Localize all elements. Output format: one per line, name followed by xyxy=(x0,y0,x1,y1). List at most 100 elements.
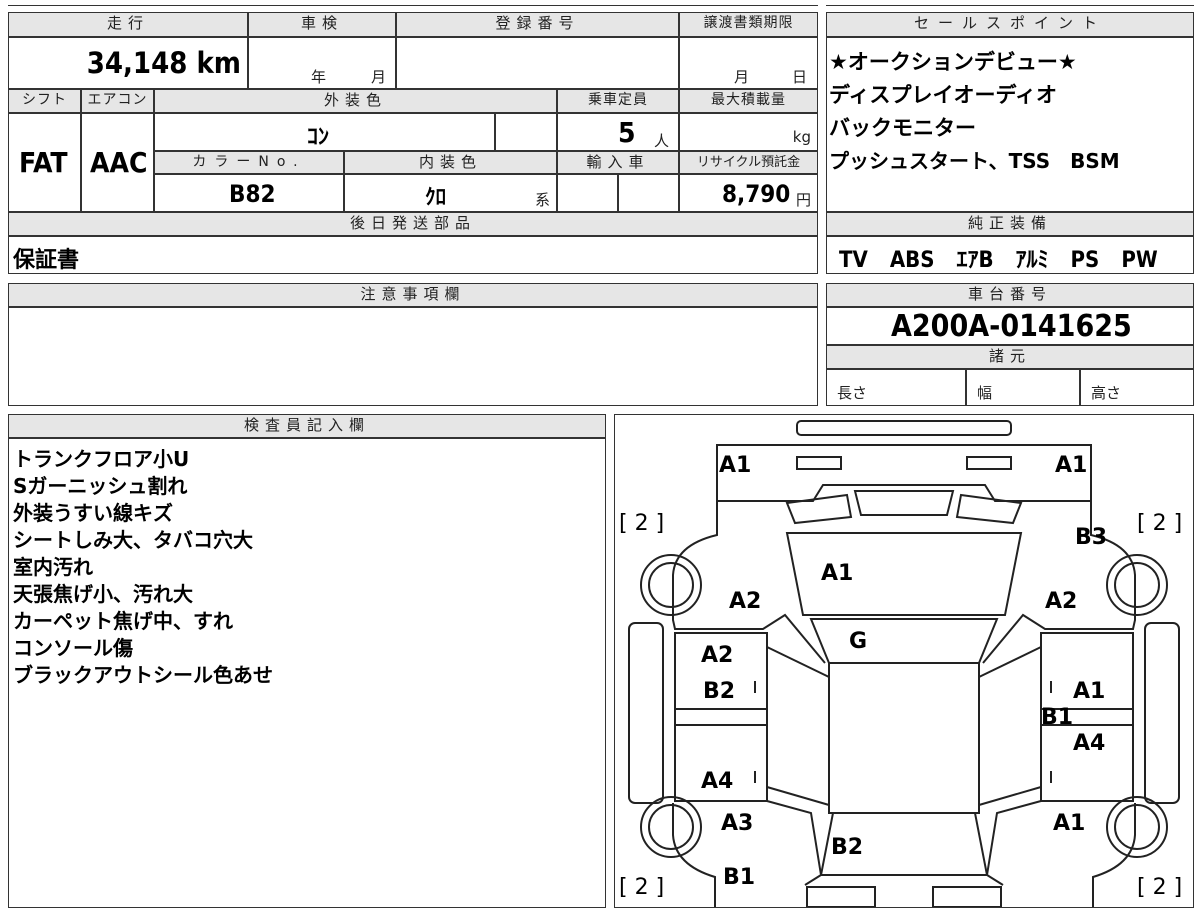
sales-point-line: ★オークションデビュー★ xyxy=(829,50,1077,74)
headlight-left-shape xyxy=(796,456,842,470)
inspector-note: コンソール傷 xyxy=(13,636,133,660)
caution-header: 注意事項欄 xyxy=(8,283,818,307)
color-no-cell: B82 xyxy=(154,174,344,212)
sales-points-body: ★オークションデビュー★ ディスプレイオーディオ バックモニター プッシュスター… xyxy=(826,37,1194,212)
capacity-header: 乗車定員 xyxy=(557,89,679,113)
inspection-cell: 年 月 xyxy=(248,37,396,89)
color-no-value: B82 xyxy=(229,180,276,208)
aircon-header: エアコン xyxy=(81,89,154,113)
diagram-label: B1 xyxy=(723,865,756,890)
shift-cell: FAT xyxy=(8,113,81,212)
exterior-color-extra-cell xyxy=(495,113,557,151)
exterior-color-cell: ｺﾝ xyxy=(154,113,495,151)
sales-point-line: プッシュスタート、TSS BSM xyxy=(829,149,1120,173)
equipment-cell: TV ABS ｴｱB ｱﾙﾐ PS PW xyxy=(826,236,1194,274)
aircon-value: AAC xyxy=(90,146,148,179)
diagram-label: A1 xyxy=(719,453,752,478)
top-edge-row-right xyxy=(826,0,1194,6)
capacity-unit: 人 xyxy=(654,132,670,150)
sales-points-header: セールスポイント xyxy=(826,12,1194,37)
diagram-label: A2 xyxy=(701,643,734,668)
diagram-label: [ 2 ] xyxy=(619,875,665,900)
windshield-shape xyxy=(809,618,999,664)
registration-header: 登録番号 xyxy=(396,12,679,37)
sales-point-line: ディスプレイオーディオ xyxy=(829,83,1058,107)
max-load-header: 最大積載量 xyxy=(679,89,818,113)
equipment-header: 純正装備 xyxy=(826,212,1194,236)
front-panel-shape xyxy=(716,444,1092,502)
transfer-deadline-cell: 月 日 xyxy=(679,37,818,89)
specs-length-cell: 長さ xyxy=(826,369,966,406)
registration-cell xyxy=(396,37,679,89)
caution-body xyxy=(8,307,818,406)
diagram-label: [ 2 ] xyxy=(619,511,665,536)
sales-point-line: バックモニター xyxy=(829,116,976,140)
recycle-cell: 8,790 円 xyxy=(679,174,818,212)
skirt-right-shape xyxy=(1144,622,1180,804)
shift-header: シフト xyxy=(8,89,81,113)
interior-color-header: 内装色 xyxy=(344,151,557,174)
top-edge-row xyxy=(8,0,818,6)
diagram-label: A2 xyxy=(729,589,762,614)
recycle-unit: 円 xyxy=(796,191,812,209)
max-load-cell: kg xyxy=(679,113,818,151)
diagram-label: B2 xyxy=(831,835,864,860)
deadline-month-unit: 月 xyxy=(734,68,750,86)
inspector-note: 外装うすい線キズ xyxy=(13,501,173,525)
specs-length-label: 長さ xyxy=(837,384,868,402)
later-parts-cell: 保証書 xyxy=(8,236,818,274)
recycle-header: リサイクル預託金 xyxy=(679,151,818,174)
headlight-right-shape xyxy=(966,456,1012,470)
interior-color-value: ｸﾛ xyxy=(425,185,446,209)
mileage-cell: 34,148 km xyxy=(8,37,248,89)
equipment-value: TV ABS ｴｱB ｱﾙﾐ PS PW xyxy=(839,248,1158,273)
mileage-value: 34,148 km xyxy=(86,46,241,80)
specs-height-cell: 高さ xyxy=(1080,369,1194,406)
diagram-label: A1 xyxy=(1053,811,1086,836)
diagram-label: B3 xyxy=(1075,525,1108,550)
specs-height-label: 高さ xyxy=(1091,384,1122,402)
shift-value: FAT xyxy=(19,146,68,179)
aircon-cell: AAC xyxy=(81,113,154,212)
max-load-unit: kg xyxy=(792,128,811,146)
inspector-header: 検査員記入欄 xyxy=(8,414,606,438)
specs-width-cell: 幅 xyxy=(966,369,1080,406)
chassis-cell: A200A-0141625 xyxy=(826,307,1194,345)
exterior-color-header: 外装色 xyxy=(154,89,557,113)
specs-header: 諸元 xyxy=(826,345,1194,369)
later-parts-value: 保証書 xyxy=(13,248,80,273)
diagram-label: G xyxy=(849,629,868,654)
inspector-note: 室内汚れ xyxy=(13,555,93,579)
diagram-label: A4 xyxy=(701,769,734,794)
import-cell-b xyxy=(618,174,679,212)
skirt-left-shape xyxy=(628,622,664,804)
diagram-label: A1 xyxy=(1055,453,1088,478)
interior-color-cell: ｸﾛ 系 xyxy=(344,174,557,212)
capacity-cell: 5 人 xyxy=(557,113,679,151)
diagram-label: [ 2 ] xyxy=(1137,875,1183,900)
interior-color-unit: 系 xyxy=(535,191,551,209)
later-parts-header: 後日発送部品 xyxy=(8,212,818,236)
diagram-label: A3 xyxy=(721,811,754,836)
inspector-note: Sガーニッシュ割れ xyxy=(13,474,188,498)
inspector-body: トランクフロア小U Sガーニッシュ割れ 外装うすい線キズ シートしみ大、タバコ穴… xyxy=(8,438,606,908)
diagram-label: A4 xyxy=(1073,731,1106,756)
specs-width-label: 幅 xyxy=(977,384,993,402)
deadline-day-unit: 日 xyxy=(792,68,808,86)
color-no-header: カラーNo. xyxy=(154,151,344,174)
diagram-label: [ 2 ] xyxy=(1137,511,1183,536)
diagram-label: A2 xyxy=(1045,589,1078,614)
inspection-year-unit: 年 xyxy=(311,68,327,86)
transfer-deadline-header: 譲渡書類期限 xyxy=(679,12,818,37)
inspection-month-unit: 月 xyxy=(371,68,387,86)
inspection-header: 車検 xyxy=(248,12,396,37)
chassis-value: A200A-0141625 xyxy=(891,309,1132,344)
front-bumper-shape xyxy=(796,420,1012,436)
diagram-label: B2 xyxy=(703,679,736,704)
roof-shape xyxy=(828,662,980,814)
import-cell-a xyxy=(557,174,618,212)
mileage-header: 走行 xyxy=(8,12,248,37)
inspector-note: カーペット焦げ中、すれ xyxy=(13,609,233,633)
inspector-note: シートしみ大、タバコ穴大 xyxy=(13,528,253,552)
inspector-note: ブラックアウトシール色あせ xyxy=(13,663,273,687)
